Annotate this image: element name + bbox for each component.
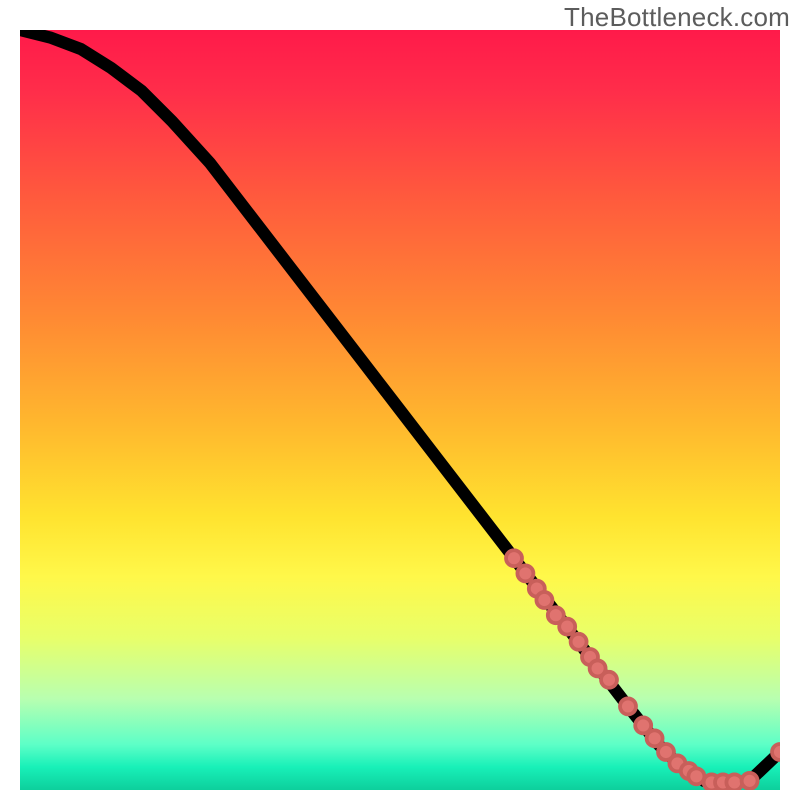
- data-point: [620, 698, 636, 714]
- bottleneck-curve: [20, 30, 780, 782]
- chart-overlay-svg: [20, 30, 780, 790]
- highlighted-points-group: [506, 550, 780, 790]
- data-point: [571, 634, 587, 650]
- data-point: [517, 565, 533, 581]
- bottleneck-chart: TheBottleneck.com: [0, 0, 800, 800]
- data-point: [536, 592, 552, 608]
- data-point: [647, 730, 663, 746]
- watermark-text: TheBottleneck.com: [564, 2, 790, 33]
- data-point: [772, 744, 780, 760]
- data-point: [506, 550, 522, 566]
- data-point: [559, 619, 575, 635]
- data-point: [742, 773, 758, 789]
- data-point: [601, 672, 617, 688]
- plot-area: [20, 30, 780, 790]
